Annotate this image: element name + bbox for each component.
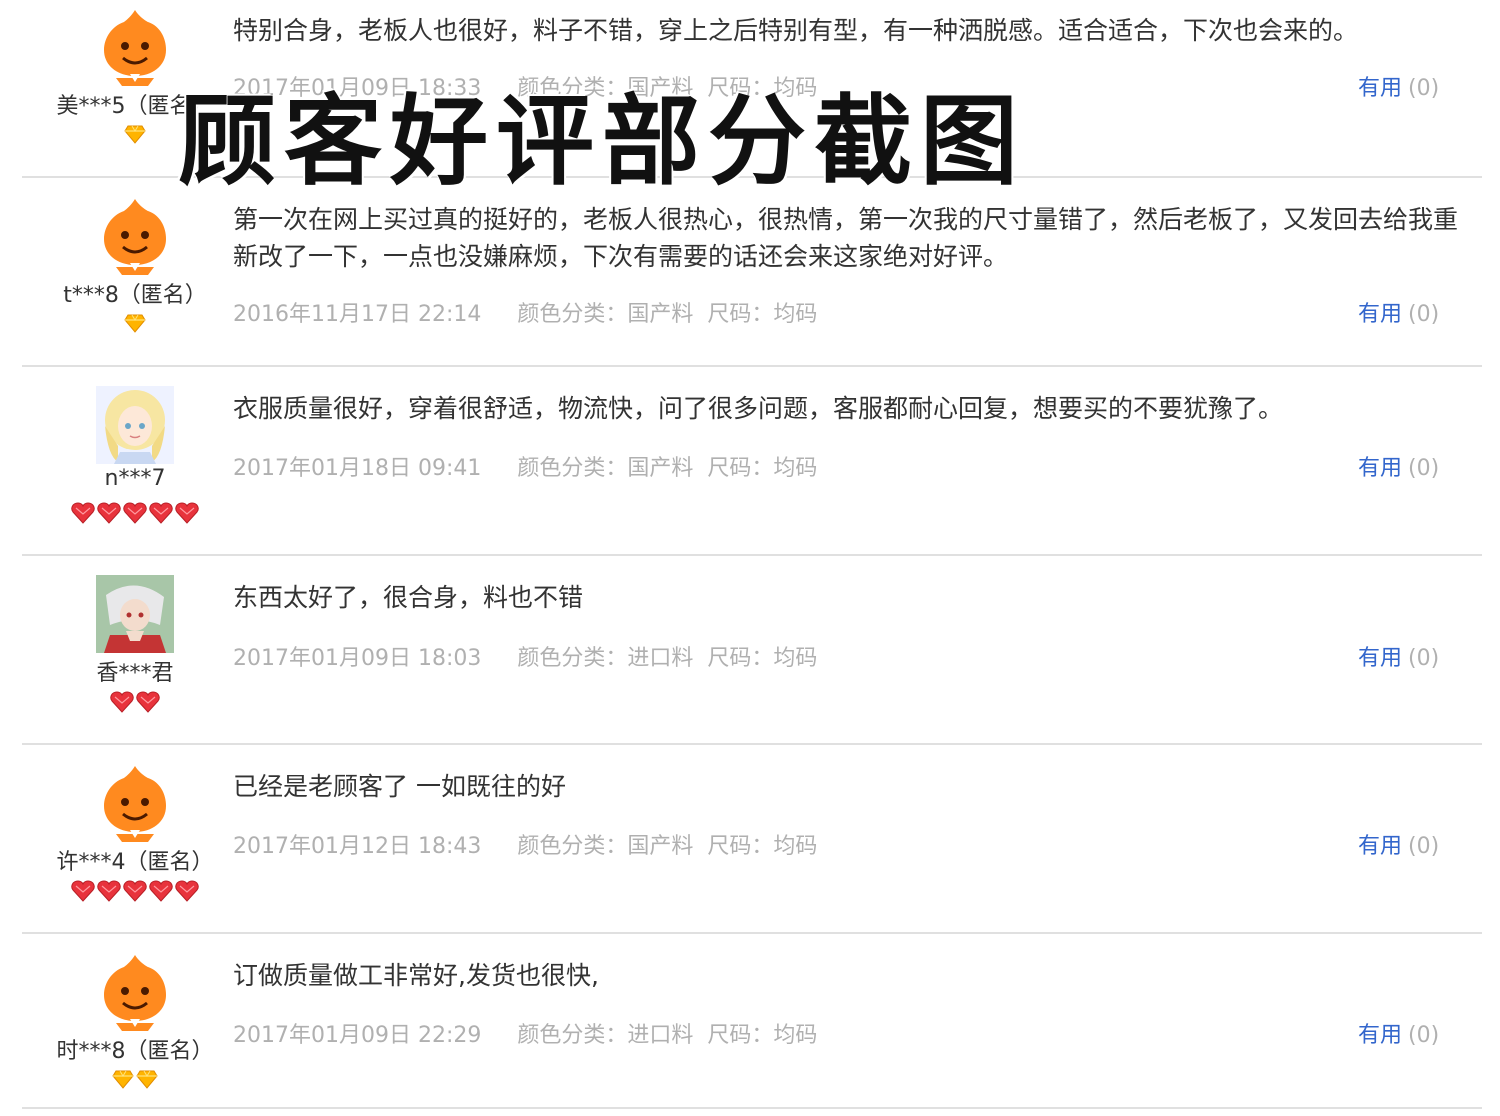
row-divider: [22, 932, 1482, 934]
review-item: 时***8（匿名） 订做质量做工非常好,发货也很快, 2017年01月09日 22:…: [0, 945, 1500, 1109]
useful-count: (0): [1408, 302, 1440, 327]
review-date: 2017年01月12日 18:43: [233, 834, 482, 859]
reviewer-name: 香***君: [96, 661, 174, 686]
review-text: 东西太好了，很合身，料也不错: [233, 583, 584, 612]
useful-button[interactable]: 有用 (0): [1358, 70, 1439, 102]
size-info: 尺码：均码: [707, 834, 818, 859]
row-divider: [22, 743, 1482, 745]
useful-count: (0): [1408, 456, 1440, 481]
review-meta: 2017年01月12日 18:43 颜色分类：国产料 尺码：均码: [233, 828, 853, 860]
anime-character-avatar[interactable]: [96, 575, 174, 653]
useful-count: (0): [1408, 1023, 1440, 1048]
red-heart-icon: [123, 502, 147, 526]
gold-diamond-icon: [124, 124, 146, 148]
reviewer-name: n***7: [104, 466, 166, 491]
red-heart-icon: [175, 880, 199, 904]
credit-badge: [0, 691, 270, 715]
reviewer-name: 许***4（匿名）: [56, 850, 214, 875]
row-divider: [22, 554, 1482, 556]
review-item: t***8（匿名） 第一次在网上买过真的挺好的，老板人很热心，很热情，第一次我的尺…: [0, 189, 1500, 367]
credit-badge: [0, 880, 270, 904]
red-heart-icon: [71, 880, 95, 904]
review-meta: 2017年01月09日 18:03 颜色分类：进口料 尺码：均码: [233, 640, 853, 672]
useful-label[interactable]: 有用: [1358, 646, 1402, 671]
taobao-mascot-icon[interactable]: [96, 197, 174, 275]
taobao-mascot-icon[interactable]: [96, 8, 174, 86]
red-heart-icon: [149, 502, 173, 526]
review-item: 许***4（匿名） 已经是老顾客了 一如既往的好 2017年01月12日 18:43…: [0, 756, 1500, 934]
color-category: 颜色分类：进口料: [517, 1023, 694, 1048]
color-category: 颜色分类：国产料: [517, 302, 694, 327]
useful-button[interactable]: 有用 (0): [1358, 296, 1439, 328]
credit-badge: [0, 1069, 270, 1093]
reviewer-name: t***8（匿名）: [63, 283, 207, 308]
red-heart-icon: [175, 502, 199, 526]
useful-label[interactable]: 有用: [1358, 76, 1402, 101]
review-text: 特别合身，老板人也很好，料子不错，穿上之后特别有型，有一种洒脱感。适合适合，下次…: [233, 16, 1359, 45]
size-info: 尺码：均码: [707, 456, 818, 481]
review-meta: 2017年01月18日 09:41 颜色分类：国产料 尺码：均码: [233, 450, 853, 482]
red-heart-icon: [110, 691, 134, 715]
red-heart-icon: [97, 502, 121, 526]
review-date: 2017年01月09日 22:29: [233, 1023, 482, 1048]
red-heart-icon: [123, 880, 147, 904]
review-meta: 2017年01月09日 22:29 颜色分类：进口料 尺码：均码: [233, 1017, 853, 1049]
row-divider: [22, 365, 1482, 367]
useful-count: (0): [1408, 834, 1440, 859]
useful-label[interactable]: 有用: [1358, 834, 1402, 859]
gold-diamond-icon: [112, 1069, 134, 1093]
watermark-title: 顾客好评部分截图: [178, 84, 1027, 199]
review-date: 2017年01月18日 09:41: [233, 456, 482, 481]
gold-diamond-icon: [124, 313, 146, 337]
size-info: 尺码：均码: [707, 646, 818, 671]
red-heart-icon: [97, 880, 121, 904]
size-info: 尺码：均码: [707, 302, 818, 327]
useful-button[interactable]: 有用 (0): [1358, 450, 1439, 482]
review-text: 已经是老顾客了 一如既往的好: [233, 772, 566, 801]
red-heart-icon: [149, 880, 173, 904]
review-text: 订做质量做工非常好,发货也很快,: [233, 961, 599, 990]
review-text: 第一次在网上买过真的挺好的，老板人很热心，很热情，第一次我的尺寸量错了，然后老板…: [233, 205, 1459, 271]
taobao-mascot-icon[interactable]: [96, 953, 174, 1031]
useful-button[interactable]: 有用 (0): [1358, 1017, 1439, 1049]
red-heart-icon: [136, 691, 160, 715]
useful-button[interactable]: 有用 (0): [1358, 640, 1439, 672]
review-item: 香***君 东西太好了，很合身，料也不错 2017年01月09日 18:03 颜色分类…: [0, 567, 1500, 745]
color-category: 颜色分类：进口料: [517, 646, 694, 671]
size-info: 尺码：均码: [707, 1023, 818, 1048]
row-divider: [22, 1107, 1482, 1109]
useful-label[interactable]: 有用: [1358, 456, 1402, 481]
gold-diamond-icon: [136, 1069, 158, 1093]
review-item: n***7 衣服质量很好，穿着很舒适，物流快，问了很多问题，客服都耐心回复，想要买…: [0, 378, 1500, 556]
red-heart-icon: [71, 502, 95, 526]
taobao-mascot-icon[interactable]: [96, 764, 174, 842]
review-meta: 2016年11月17日 22:14 颜色分类：国产料 尺码：均码: [233, 296, 853, 328]
useful-label[interactable]: 有用: [1358, 302, 1402, 327]
useful-label[interactable]: 有用: [1358, 1023, 1402, 1048]
credit-badge: [0, 502, 270, 526]
review-text: 衣服质量很好，穿着很舒适，物流快，问了很多问题，客服都耐心回复，想要买的不要犹豫…: [233, 394, 1284, 423]
useful-count: (0): [1408, 646, 1440, 671]
review-date: 2017年01月09日 18:03: [233, 646, 482, 671]
anime-girl-avatar[interactable]: [96, 386, 174, 464]
color-category: 颜色分类：国产料: [517, 834, 694, 859]
credit-badge: [0, 313, 270, 337]
review-date: 2016年11月17日 22:14: [233, 302, 482, 327]
color-category: 颜色分类：国产料: [517, 456, 694, 481]
reviewer-name: 时***8（匿名）: [56, 1039, 214, 1064]
useful-count: (0): [1408, 76, 1440, 101]
useful-button[interactable]: 有用 (0): [1358, 828, 1439, 860]
